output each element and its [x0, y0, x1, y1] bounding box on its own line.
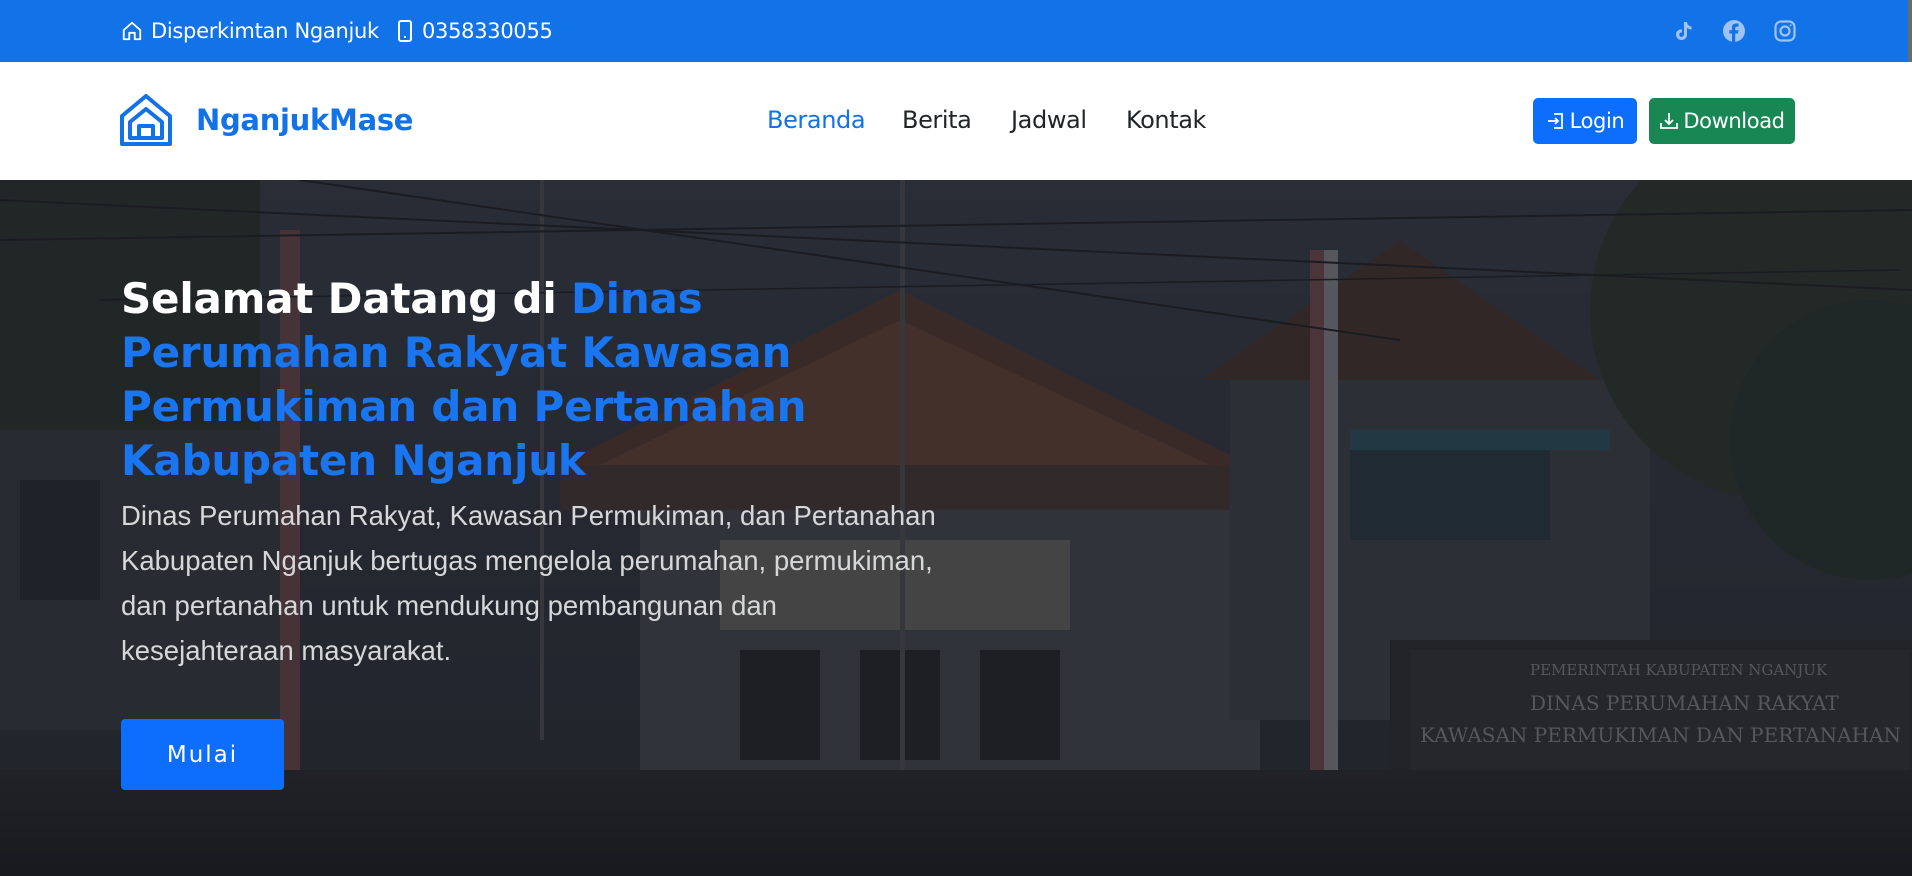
instagram-link[interactable]: [1773, 19, 1797, 43]
phone-info: 0358330055: [396, 0, 553, 62]
nav-berita[interactable]: Berita: [902, 106, 972, 134]
start-button-label: Mulai: [166, 741, 239, 768]
hero-title: Selamat Datang di Dinas Perumahan Rakyat…: [121, 272, 881, 488]
start-button[interactable]: Mulai: [121, 719, 284, 790]
top-contact-bar: Disperkimtan Nganjuk 0358330055: [0, 0, 1912, 90]
home-icon: [122, 21, 142, 41]
download-button[interactable]: Download: [1649, 98, 1795, 144]
facebook-link[interactable]: [1722, 19, 1746, 43]
login-button[interactable]: Login: [1533, 98, 1637, 144]
download-label: Download: [1683, 109, 1785, 133]
nav-beranda[interactable]: Beranda: [767, 106, 866, 134]
nav-jadwal[interactable]: Jadwal: [1011, 106, 1087, 134]
instagram-icon: [1773, 19, 1797, 43]
facebook-icon: [1722, 19, 1746, 43]
phone-icon: [398, 20, 412, 42]
login-label: Login: [1569, 109, 1625, 133]
download-icon: [1660, 113, 1679, 129]
office-info: Disperkimtan Nganjuk: [121, 0, 379, 62]
nav-kontak[interactable]: Kontak: [1126, 106, 1206, 134]
tiktok-icon: [1671, 19, 1695, 43]
office-name: Disperkimtan Nganjuk: [151, 19, 379, 43]
hero-section: PEMERINTAH KABUPATEN NGANJUK DINAS PERUM…: [0, 180, 1912, 876]
tiktok-link[interactable]: [1671, 19, 1695, 43]
signboard-line-3: KAWASAN PERMUKIMAN DAN PERTANAHAN: [1420, 723, 1901, 747]
hero-title-prefix: Selamat Datang di: [121, 274, 571, 323]
phone-number: 0358330055: [422, 19, 553, 43]
login-icon: [1547, 113, 1563, 129]
signboard-line-2: DINAS PERUMAHAN RAKYAT: [1530, 691, 1839, 715]
main-navbar: NganjukMase Beranda Berita Jadwal Kontak…: [0, 62, 1912, 180]
signboard-line-1: PEMERINTAH KABUPATEN NGANJUK: [1530, 661, 1828, 679]
hero-description: Dinas Perumahan Rakyat, Kawasan Permukim…: [121, 500, 936, 666]
